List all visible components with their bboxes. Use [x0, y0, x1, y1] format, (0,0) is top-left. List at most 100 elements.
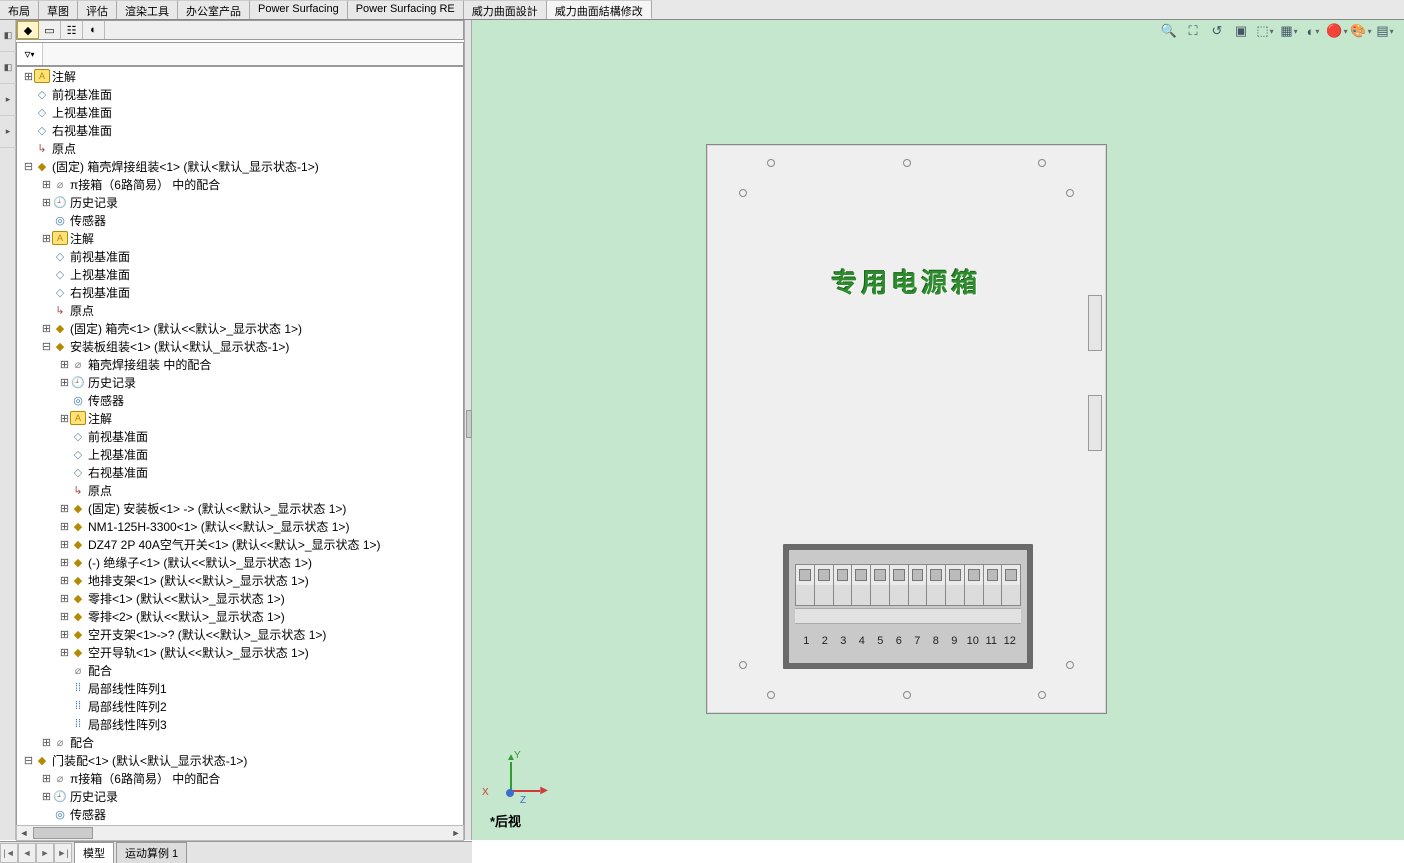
flyout-tab-3[interactable]: ▸	[0, 84, 16, 116]
zoom-area-icon[interactable]: ⛶	[1184, 22, 1202, 40]
graphics-viewport[interactable]: 🔍 ⛶ ↺ ▣ ⬚ ▦ ◐ 🔴 🎨 ▤ 专用电源箱 12345678910111…	[472, 20, 1404, 840]
expand-icon[interactable]	[59, 574, 70, 587]
expand-icon[interactable]	[59, 592, 70, 605]
expand-icon[interactable]	[59, 502, 70, 515]
collapse-icon[interactable]	[23, 754, 34, 767]
tree-tab-config-icon[interactable]: ☷	[61, 21, 83, 39]
tab-nav-next-icon[interactable]: ►	[36, 843, 54, 863]
tree-node[interactable]: ◆空开支架<1>->? (默认<<默认>_显示状态 1>)	[17, 625, 463, 643]
expand-icon[interactable]	[41, 790, 52, 803]
tree-node[interactable]: ◆(固定) 箱壳<1> (默认<<默认>_显示状态 1>)	[17, 319, 463, 337]
tab-nav-prev-icon[interactable]: ◄	[18, 843, 36, 863]
view-orientation-icon[interactable]: ⬚	[1256, 22, 1274, 40]
scroll-right-icon[interactable]: ►	[449, 826, 463, 840]
expand-icon[interactable]	[59, 628, 70, 641]
tree-node[interactable]: ◆门装配<1> (默认<默认_显示状态-1>)	[17, 751, 463, 769]
hide-show-icon[interactable]: ◐	[1304, 22, 1322, 40]
expand-icon[interactable]	[59, 610, 70, 623]
expand-icon[interactable]	[59, 556, 70, 569]
tree-node[interactable]: ◆NM1-125H-3300<1> (默认<<默认>_显示状态 1>)	[17, 517, 463, 535]
command-tab[interactable]: 办公室产品	[178, 0, 250, 19]
tree-node[interactable]: ⌀配合	[17, 733, 463, 751]
tree-node[interactable]: ◇右视基准面	[17, 463, 463, 481]
expand-icon[interactable]	[59, 646, 70, 659]
tree-node[interactable]: ↳原点	[17, 139, 463, 157]
tree-node[interactable]: 🕘历史记录	[17, 193, 463, 211]
tree-node[interactable]: ◇上视基准面	[17, 103, 463, 121]
expand-icon[interactable]	[59, 412, 70, 425]
tree-node[interactable]: ◆安装板组装<1> (默认<默认_显示状态-1>)	[17, 337, 463, 355]
tree-node[interactable]: ◇右视基准面	[17, 121, 463, 139]
tree-tab-feature-icon[interactable]: ◆	[17, 21, 39, 39]
tree-node[interactable]: ◎传感器	[17, 211, 463, 229]
command-tab[interactable]: 草图	[39, 0, 78, 19]
tree-node[interactable]: ↳原点	[17, 301, 463, 319]
tab-nav-last-icon[interactable]: ►|	[54, 843, 72, 863]
collapse-icon[interactable]	[23, 160, 34, 173]
tree-node[interactable]: 🕘历史记录	[17, 787, 463, 805]
tree-h-scrollbar[interactable]: ◄ ►	[16, 825, 464, 841]
command-tab[interactable]: 评估	[78, 0, 117, 19]
flyout-tab-1[interactable]: ◧	[0, 20, 16, 52]
tree-node[interactable]: ◇上视基准面	[17, 265, 463, 283]
tree-node[interactable]: ◇前视基准面	[17, 85, 463, 103]
tree-node[interactable]: ◇前视基准面	[17, 247, 463, 265]
tree-node[interactable]: ◆地排支架<1> (默认<<默认>_显示状态 1>)	[17, 571, 463, 589]
tree-node[interactable]: ⌀π接箱（6路简易） 中的配合	[17, 175, 463, 193]
prev-view-icon[interactable]: ↺	[1208, 22, 1226, 40]
tree-node[interactable]: ◆零排<2> (默认<<默认>_显示状态 1>)	[17, 607, 463, 625]
command-tab[interactable]: 渲染工具	[117, 0, 178, 19]
tree-node[interactable]: ⌀配合	[17, 661, 463, 679]
expand-icon[interactable]	[41, 178, 52, 191]
tree-node[interactable]: A注解	[17, 229, 463, 247]
flyout-tab-2[interactable]: ◧	[0, 52, 16, 84]
expand-icon[interactable]	[59, 358, 70, 371]
tree-node[interactable]: ◆空开导轨<1> (默认<<默认>_显示状态 1>)	[17, 643, 463, 661]
tree-node[interactable]: ◆(-) 绝缘子<1> (默认<<默认>_显示状态 1>)	[17, 553, 463, 571]
expand-icon[interactable]	[59, 538, 70, 551]
zoom-fit-icon[interactable]: 🔍	[1160, 22, 1178, 40]
expand-icon[interactable]	[41, 772, 52, 785]
scroll-left-icon[interactable]: ◄	[17, 826, 31, 840]
tree-tab-property-icon[interactable]: ▭	[39, 21, 61, 39]
tree-node[interactable]: ◇上视基准面	[17, 445, 463, 463]
tree-node[interactable]: ⁞⁞局部线性阵列1	[17, 679, 463, 697]
flyout-tab-4[interactable]: ▸	[0, 116, 16, 148]
expand-icon[interactable]	[59, 520, 70, 533]
panel-splitter[interactable]	[464, 20, 472, 840]
tree-node[interactable]: ◆零排<1> (默认<<默认>_显示状态 1>)	[17, 589, 463, 607]
tree-node[interactable]: 🕘历史记录	[17, 373, 463, 391]
tree-node[interactable]: ⌀π接箱（6路简易） 中的配合	[17, 769, 463, 787]
tree-node[interactable]: ◎传感器	[17, 391, 463, 409]
view-settings-icon[interactable]: ▤	[1376, 22, 1394, 40]
filter-funnel-icon[interactable]: ▿▾	[17, 43, 43, 65]
command-tab[interactable]: Power Surfacing RE	[348, 0, 464, 19]
tree-node[interactable]: ◆DZ47 2P 40A空气开关<1> (默认<<默认>_显示状态 1>)	[17, 535, 463, 553]
edit-appearance-icon[interactable]: 🔴	[1328, 22, 1346, 40]
tree-node[interactable]: ◆(固定) 安装板<1> -> (默认<<默认>_显示状态 1>)	[17, 499, 463, 517]
orientation-triad[interactable]: Y X Z	[490, 756, 534, 800]
bottom-tab-model[interactable]: 模型	[74, 842, 114, 863]
tree-node[interactable]: ◎传感器	[17, 805, 463, 823]
section-view-icon[interactable]: ▣	[1232, 22, 1250, 40]
filter-input[interactable]	[43, 43, 463, 65]
collapse-icon[interactable]	[41, 340, 52, 353]
tree-node[interactable]: ↳原点	[17, 481, 463, 499]
expand-icon[interactable]	[41, 322, 52, 335]
apply-scene-icon[interactable]: 🎨	[1352, 22, 1370, 40]
expand-icon[interactable]	[41, 736, 52, 749]
tree-node[interactable]: ⁞⁞局部线性阵列3	[17, 715, 463, 733]
tree-tab-display-icon[interactable]: ◐	[83, 21, 105, 39]
expand-icon[interactable]	[59, 376, 70, 389]
tree-node[interactable]: ◇右视基准面	[17, 283, 463, 301]
bottom-tab-motion[interactable]: 运动算例 1	[116, 842, 187, 863]
tree-node[interactable]: ◇前视基准面	[17, 427, 463, 445]
tree-node[interactable]: ◆(固定) 箱壳焊接组装<1> (默认<默认_显示状态-1>)	[17, 157, 463, 175]
tree-node[interactable]: A注解	[17, 409, 463, 427]
command-tab[interactable]: 布局	[0, 0, 39, 19]
scroll-thumb[interactable]	[33, 827, 93, 839]
command-tab[interactable]: 威力曲面設計	[464, 0, 547, 19]
tree-node[interactable]: A注解	[17, 67, 463, 85]
display-style-icon[interactable]: ▦	[1280, 22, 1298, 40]
tree-node[interactable]: ⌀箱壳焊接组装 中的配合	[17, 355, 463, 373]
